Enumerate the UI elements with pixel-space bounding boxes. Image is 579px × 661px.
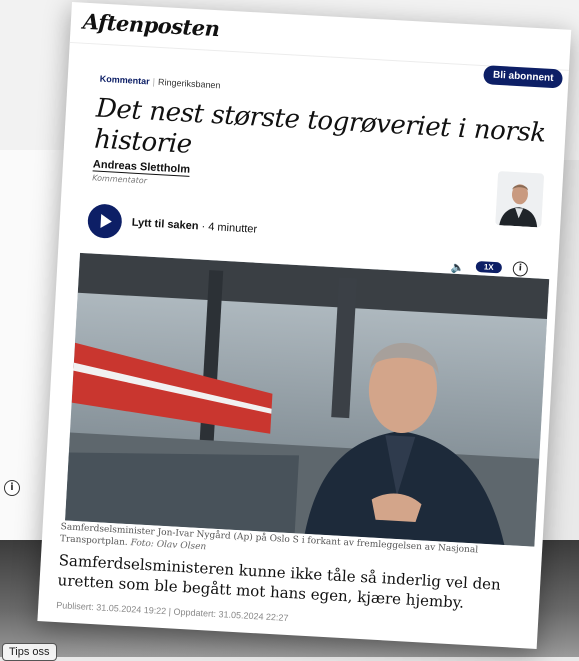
info-icon[interactable]: i: [512, 261, 529, 277]
topic-link[interactable]: Ringeriksbanen: [158, 77, 221, 90]
tips-button[interactable]: Tips oss: [2, 643, 57, 661]
site-logo[interactable]: Aftenposten: [82, 9, 220, 42]
playback-speed-button[interactable]: 1X: [475, 260, 502, 274]
speaker-icon[interactable]: 🔈: [450, 261, 464, 275]
listen-label: Lytt til saken · 4 minutter: [131, 216, 258, 236]
breadcrumb: Kommentar | Ringeriksbanen: [99, 73, 221, 91]
article-card: Aftenposten Bli abonnent Kommentar | Ringe…: [37, 2, 572, 649]
photo-credit: Foto: Olav Olsen: [130, 537, 207, 553]
background-info-icon[interactable]: i: [4, 480, 20, 496]
subscribe-button[interactable]: Bli abonnent: [483, 65, 563, 89]
author-role: Kommentator: [91, 173, 148, 186]
author-avatar: [495, 171, 545, 228]
article-photo: [65, 252, 550, 547]
publish-meta: Publisert: 31.05.2024 19:22 | Oppdatert:…: [56, 600, 289, 624]
play-audio-button[interactable]: [86, 203, 123, 240]
section-link[interactable]: Kommentar: [99, 74, 149, 87]
